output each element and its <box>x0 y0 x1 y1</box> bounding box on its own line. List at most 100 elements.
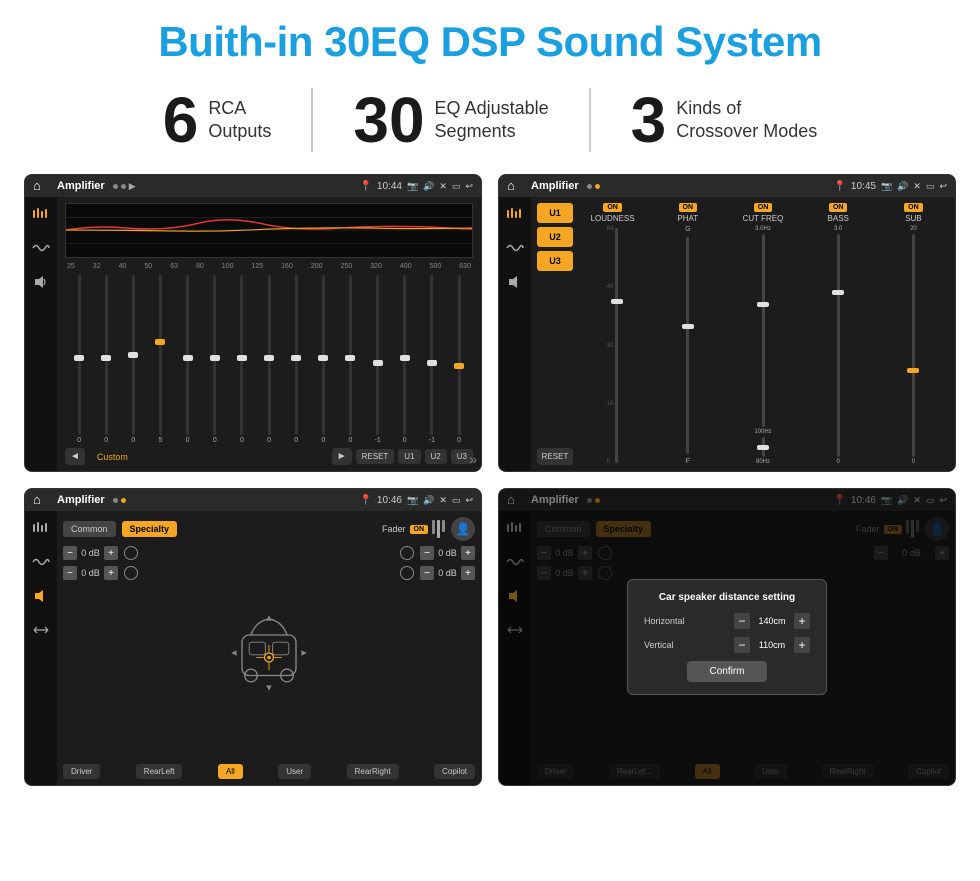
eq-slider-11[interactable]: -1 <box>366 275 390 444</box>
vol-minus-2[interactable]: − <box>63 566 77 580</box>
vol-plus-1[interactable]: + <box>104 546 118 560</box>
home-icon-3[interactable]: ⌂ <box>33 492 49 508</box>
all-btn[interactable]: All <box>218 764 243 779</box>
speaker-screen: Common Specialty Fader ON 👤 <box>57 511 481 785</box>
loudness-name: LOUDNESS <box>591 214 635 223</box>
back-icon-2[interactable]: ↩ <box>939 181 947 192</box>
location-icon-3: 📍 <box>359 495 371 506</box>
eq-next-btn[interactable]: ► <box>332 448 352 465</box>
location-icon-1: 📍 <box>359 181 371 192</box>
rear-left-btn[interactable]: RearLeft <box>136 764 183 779</box>
minimize-icon-3[interactable]: ▭ <box>452 495 461 506</box>
status-right-2: 📍 10:45 📷 🔊 ✕ ▭ ↩ <box>833 181 947 192</box>
eq-slider-1[interactable]: 0 <box>94 275 118 444</box>
status-bar-3: ⌂ Amplifier 📍 10:46 📷 🔊 ✕ ▭ ↩ <box>25 489 481 511</box>
close-icon-1[interactable]: ✕ <box>439 181 447 192</box>
eq-slider-4[interactable]: 0 <box>176 275 200 444</box>
vol-plus-4[interactable]: + <box>461 566 475 580</box>
eq-slider-8[interactable]: 0 <box>284 275 308 444</box>
screen-eq: ⌂ Amplifier ▶ 📍 10:44 📷 🔊 ✕ ▭ ↩ <box>24 174 482 472</box>
sub-ctrl: ON SUB 20 0 <box>878 203 949 465</box>
user-icon[interactable]: 👤 <box>451 517 475 541</box>
u2-btn[interactable]: U2 <box>537 227 573 247</box>
vertical-minus[interactable]: − <box>734 637 750 653</box>
eq-slider-0[interactable]: 0 <box>67 275 91 444</box>
sidebar-wave-icon-3[interactable] <box>30 553 52 571</box>
sidebar-arrows-icon-3[interactable] <box>30 621 52 639</box>
fader-on-badge: ON <box>410 525 429 534</box>
phat-slider[interactable] <box>686 237 689 454</box>
user-btn[interactable]: User <box>278 764 311 779</box>
eq-slider-14[interactable]: 0 <box>447 275 471 444</box>
speaker-circle-2 <box>124 566 138 580</box>
app-title-2: Amplifier <box>531 180 579 192</box>
sidebar-icons-3 <box>25 511 57 785</box>
sidebar-eq-icon-3[interactable] <box>30 519 52 537</box>
eq-slider-7[interactable]: 0 <box>257 275 281 444</box>
loudness-slider[interactable] <box>615 228 618 463</box>
crossover-screen: U1 U2 U3 RESET ON LOUDNESS 644832160 <box>531 197 955 471</box>
eq-slider-6[interactable]: 0 <box>230 275 254 444</box>
status-dots-1: ▶ <box>113 181 136 192</box>
sidebar-wave-icon-2[interactable] <box>504 239 526 257</box>
expand-icon-1[interactable]: » <box>469 451 477 467</box>
copilot-btn[interactable]: Copilot <box>434 764 475 779</box>
specialty-tab[interactable]: Specialty <box>122 521 178 537</box>
vol-plus-3[interactable]: + <box>461 546 475 560</box>
eq-u1-btn[interactable]: U1 <box>398 449 420 464</box>
vertical-plus[interactable]: + <box>794 637 810 653</box>
reset-btn-cross[interactable]: RESET <box>537 448 573 465</box>
status-left-1: ⌂ Amplifier ▶ <box>33 178 136 194</box>
eq-slider-2[interactable]: 0 <box>121 275 145 444</box>
eq-reset-btn[interactable]: RESET <box>356 449 395 464</box>
camera-icon-2: 📷 <box>881 181 892 192</box>
back-icon-1[interactable]: ↩ <box>465 181 473 192</box>
camera-icon-1: 📷 <box>407 181 418 192</box>
phat-on: ON <box>679 203 698 212</box>
vol-value-3: 0 dB <box>438 548 457 558</box>
close-icon-2[interactable]: ✕ <box>913 181 921 192</box>
volume-icon-2: 🔊 <box>897 181 908 192</box>
vol-minus-1[interactable]: − <box>63 546 77 560</box>
eq-slider-10[interactable]: 0 <box>338 275 362 444</box>
common-tab[interactable]: Common <box>63 521 116 537</box>
eq-slider-13[interactable]: -1 <box>420 275 444 444</box>
sidebar-speaker-icon-2[interactable] <box>504 273 526 291</box>
eq-slider-12[interactable]: 0 <box>393 275 417 444</box>
eq-slider-9[interactable]: 0 <box>311 275 335 444</box>
freq-320: 320 <box>370 263 382 270</box>
u1-btn[interactable]: U1 <box>537 203 573 223</box>
minimize-icon-1[interactable]: ▭ <box>452 181 461 192</box>
home-icon-2[interactable]: ⌂ <box>507 178 523 194</box>
sidebar-eq-icon-2[interactable] <box>504 205 526 223</box>
eq-slider-5[interactable]: 0 <box>203 275 227 444</box>
sidebar-eq-icon[interactable] <box>30 205 52 223</box>
u3-btn[interactable]: U3 <box>537 251 573 271</box>
vol-minus-3[interactable]: − <box>420 546 434 560</box>
confirm-button[interactable]: Confirm <box>687 661 767 682</box>
rear-right-btn[interactable]: RearRight <box>347 764 399 779</box>
sub-on: ON <box>904 203 923 212</box>
vol-minus-4[interactable]: − <box>420 566 434 580</box>
home-icon-1[interactable]: ⌂ <box>33 178 49 194</box>
play-icon-1[interactable]: ▶ <box>129 181 136 192</box>
vol-plus-2[interactable]: + <box>104 566 118 580</box>
eq-u2-btn[interactable]: U2 <box>425 449 447 464</box>
minimize-icon-2[interactable]: ▭ <box>926 181 935 192</box>
sidebar-wave-icon[interactable] <box>30 239 52 257</box>
freq-125: 125 <box>251 263 263 270</box>
eq-prev-btn[interactable]: ◄ <box>65 448 85 465</box>
close-icon-3[interactable]: ✕ <box>439 495 447 506</box>
horizontal-plus[interactable]: + <box>794 613 810 629</box>
horizontal-minus[interactable]: − <box>734 613 750 629</box>
status-left-2: ⌂ Amplifier <box>507 178 600 194</box>
freq-500: 500 <box>430 263 442 270</box>
back-icon-3[interactable]: ↩ <box>465 495 473 506</box>
screen-speaker: ⌂ Amplifier 📍 10:46 📷 🔊 ✕ ▭ ↩ <box>24 488 482 786</box>
driver-btn[interactable]: Driver <box>63 764 100 779</box>
eq-slider-3[interactable]: 5 <box>148 275 172 444</box>
sidebar-speaker-icon-3[interactable] <box>30 587 52 605</box>
loudness-ctrl: ON LOUDNESS 644832160 <box>577 203 648 465</box>
sub-name: SUB <box>905 214 921 223</box>
sidebar-speaker-icon[interactable] <box>30 273 52 291</box>
